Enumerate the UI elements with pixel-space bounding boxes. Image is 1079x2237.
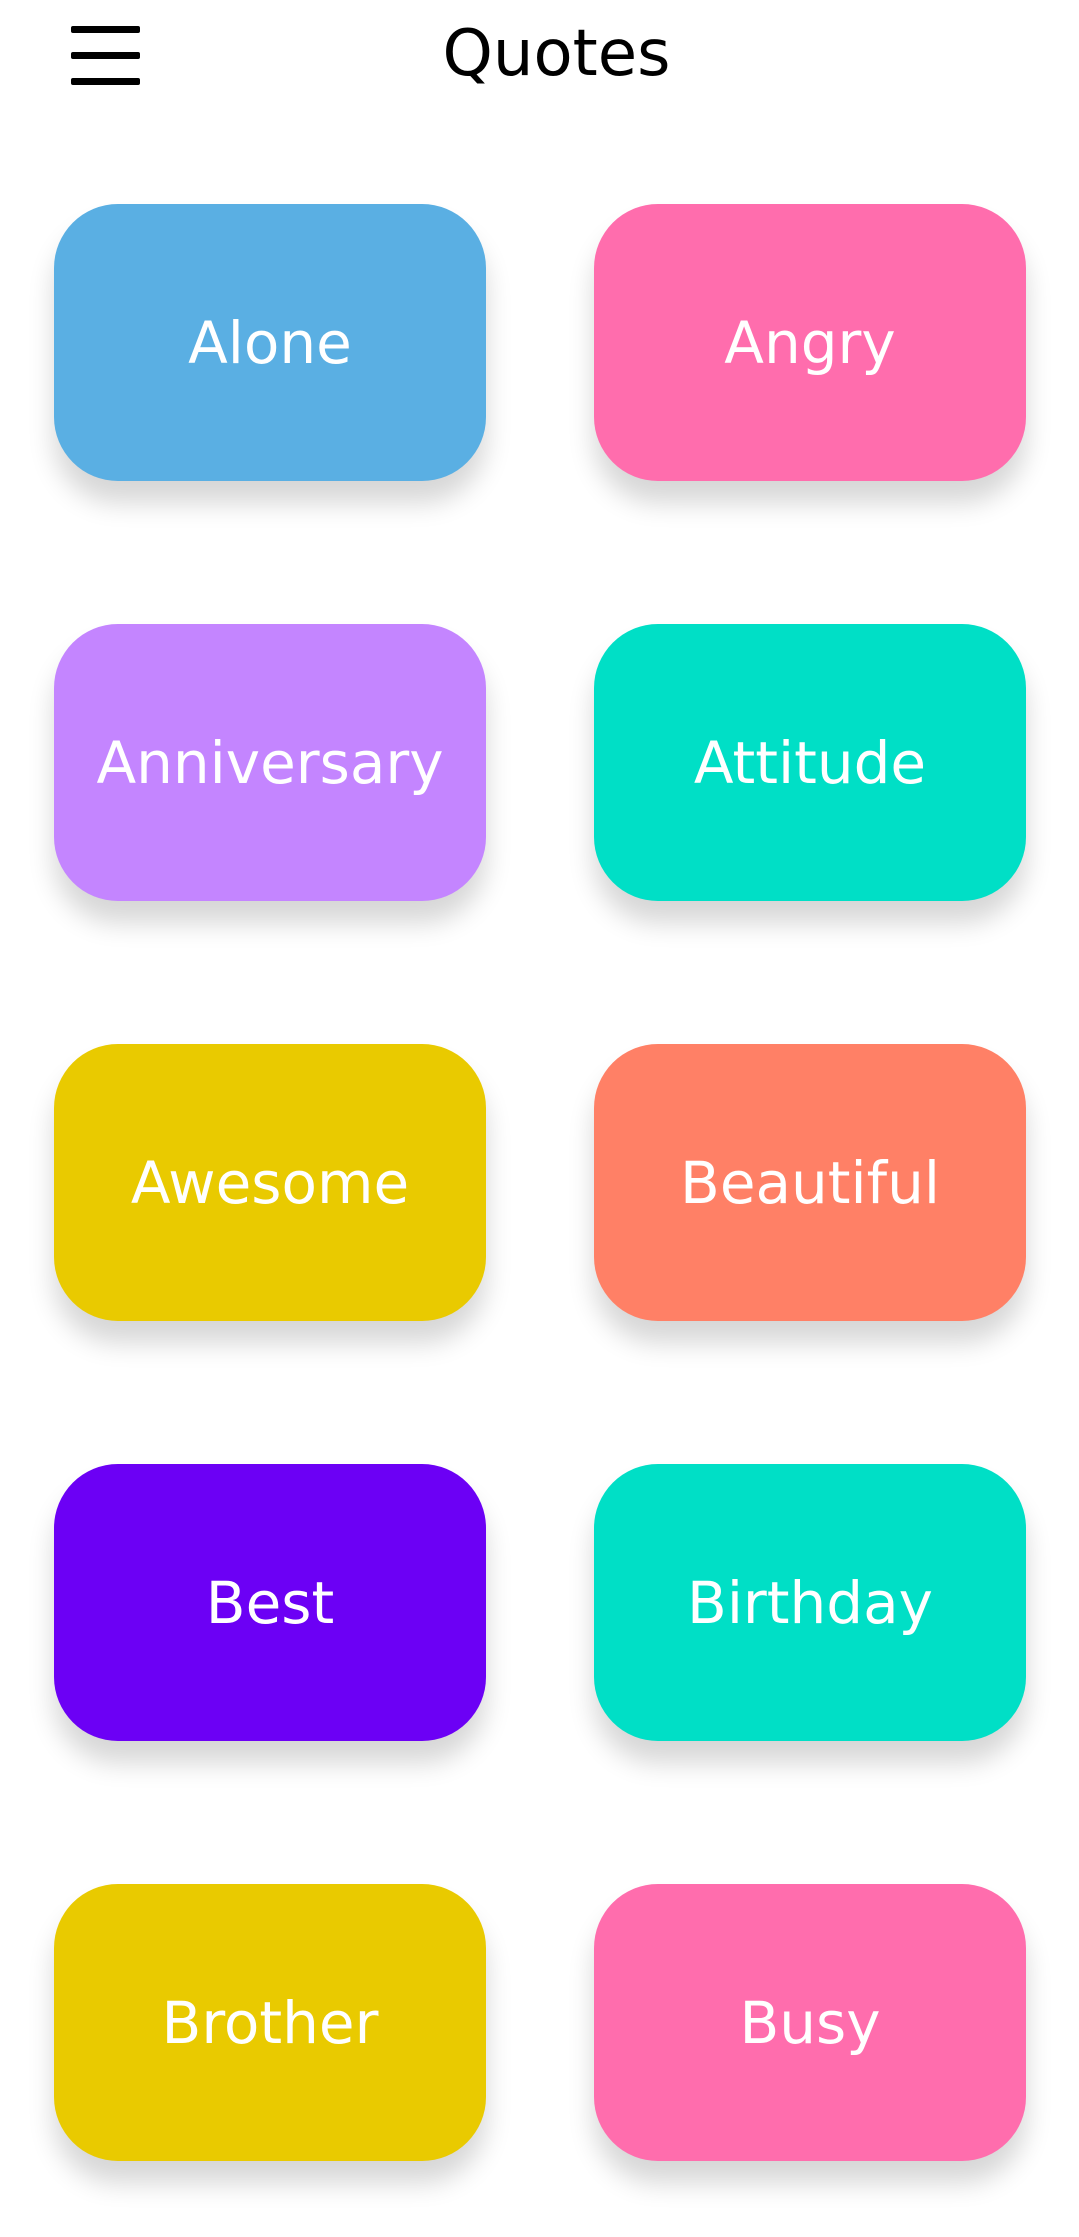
category-tile-alone[interactable]: Alone	[54, 204, 486, 481]
category-grid: Alone Angry Anniversary Attitude Awesome…	[0, 0, 1079, 2237]
category-tile-best[interactable]: Best	[54, 1464, 486, 1741]
category-tile-beautiful[interactable]: Beautiful	[594, 1044, 1026, 1321]
category-tile-busy[interactable]: Busy	[594, 1884, 1026, 2161]
category-tile-attitude[interactable]: Attitude	[594, 624, 1026, 901]
category-tile-awesome[interactable]: Awesome	[54, 1044, 486, 1321]
category-tile-brother[interactable]: Brother	[54, 1884, 486, 2161]
category-tile-anniversary[interactable]: Anniversary	[54, 624, 486, 901]
category-tile-angry[interactable]: Angry	[594, 204, 1026, 481]
category-tile-birthday[interactable]: Birthday	[594, 1464, 1026, 1741]
